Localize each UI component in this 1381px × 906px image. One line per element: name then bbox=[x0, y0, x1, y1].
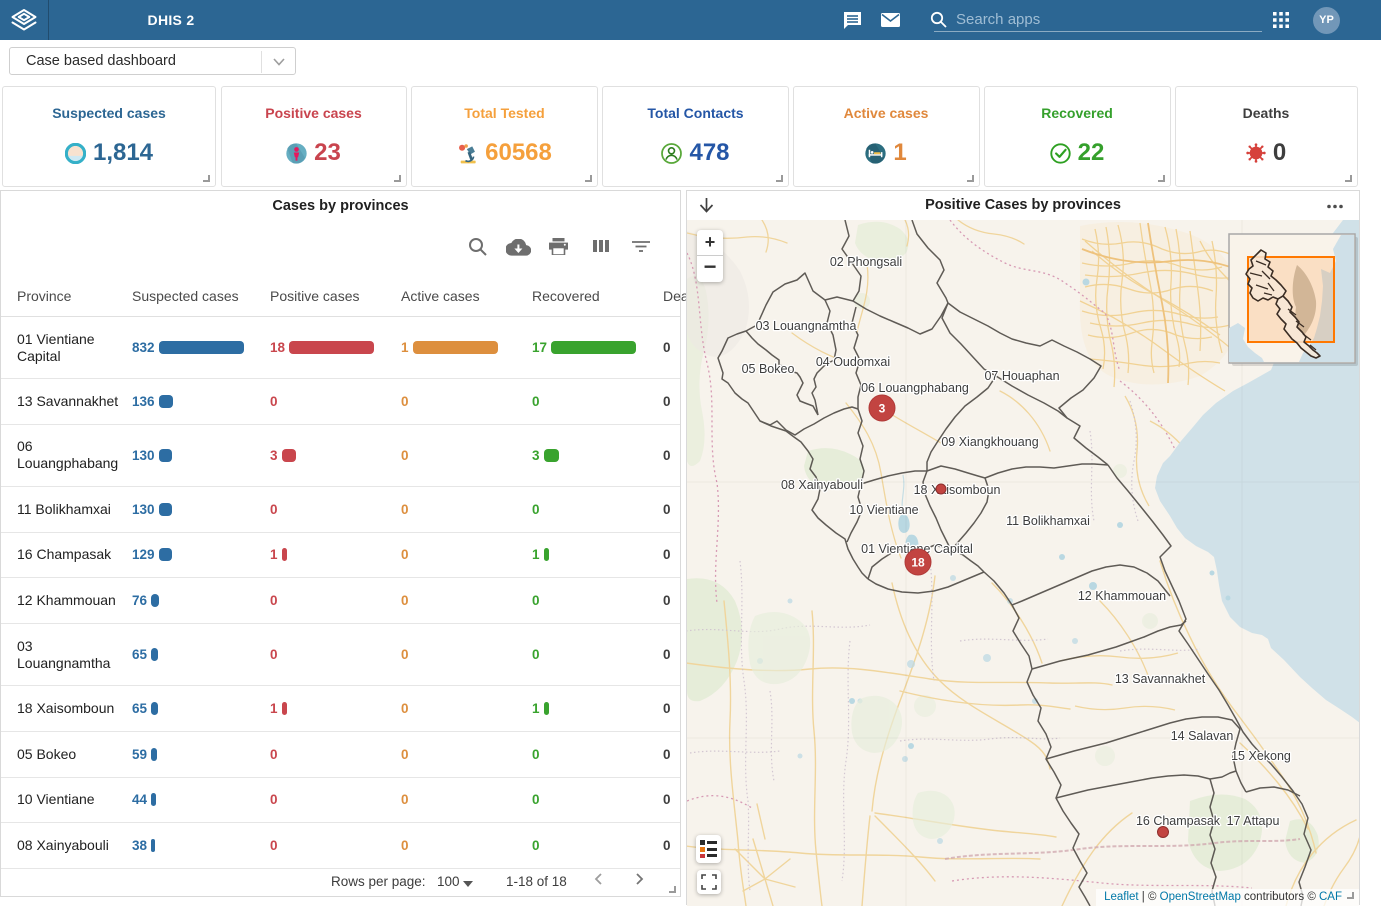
svg-text:15 Xekong: 15 Xekong bbox=[1231, 749, 1291, 763]
svg-text:04 Oudomxai: 04 Oudomxai bbox=[816, 355, 890, 369]
svg-text:16 Champasak: 16 Champasak bbox=[1136, 814, 1221, 828]
svg-text:02 Phongsali: 02 Phongsali bbox=[830, 255, 902, 269]
svg-text:03 Louangnamtha: 03 Louangnamtha bbox=[756, 319, 857, 333]
svg-text:06 Louangphabang: 06 Louangphabang bbox=[861, 381, 969, 395]
svg-text:18 Xaisomboun: 18 Xaisomboun bbox=[914, 483, 1001, 497]
svg-text:07 Houaphan: 07 Houaphan bbox=[984, 369, 1059, 383]
svg-text:3: 3 bbox=[879, 402, 886, 416]
svg-text:10 Vientiane: 10 Vientiane bbox=[849, 503, 918, 517]
svg-text:14 Salavan: 14 Salavan bbox=[1171, 729, 1234, 743]
svg-text:13 Savannakhet: 13 Savannakhet bbox=[1115, 672, 1206, 686]
svg-text:09 Xiangkhouang: 09 Xiangkhouang bbox=[941, 435, 1038, 449]
svg-text:12 Khammouan: 12 Khammouan bbox=[1078, 589, 1166, 603]
svg-text:08 Xainyabouli: 08 Xainyabouli bbox=[781, 478, 863, 492]
svg-text:17 Attapu: 17 Attapu bbox=[1227, 814, 1280, 828]
svg-text:05 Bokeo: 05 Bokeo bbox=[742, 362, 795, 376]
svg-text:18: 18 bbox=[911, 556, 925, 570]
svg-text:11 Bolikhamxai: 11 Bolikhamxai bbox=[1006, 514, 1090, 528]
